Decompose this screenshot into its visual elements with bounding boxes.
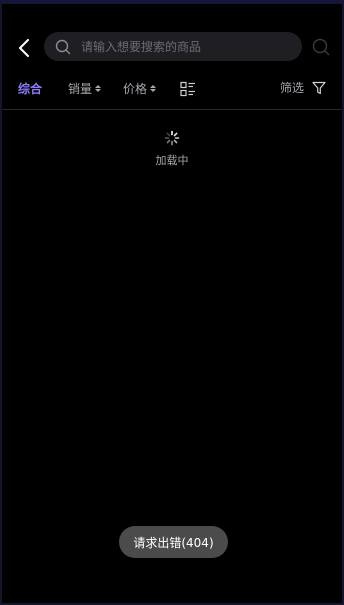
search-input[interactable]: [79, 38, 283, 55]
search-icon: [312, 38, 330, 56]
sort-arrows-icon: [150, 85, 157, 92]
tab-sales[interactable]: 销量: [68, 80, 102, 97]
search-box[interactable]: [44, 32, 302, 61]
tab-sales-label: 销量: [68, 82, 93, 96]
tab-price[interactable]: 价格: [123, 80, 157, 97]
loading-indicator: 加载中: [2, 130, 342, 168]
tab-price-label: 价格: [123, 82, 148, 96]
filter-bar: 综合 销量 价格 筛选: [2, 74, 342, 104]
app-screen: 综合 销量 价格 筛选: [0, 0, 344, 605]
sort-arrows-icon: [95, 85, 102, 92]
spinner-icon: [164, 130, 180, 146]
filter-button[interactable]: 筛选: [280, 79, 326, 96]
loading-text: 加载中: [155, 154, 189, 167]
back-button[interactable]: [14, 36, 34, 60]
toast-message: 请求出错(404): [133, 535, 214, 550]
search-button[interactable]: [312, 38, 330, 56]
list-layout-icon: [180, 81, 195, 97]
search-header: [2, 28, 342, 68]
back-icon: [19, 39, 29, 57]
layout-toggle-button[interactable]: [180, 81, 196, 97]
search-icon: [55, 39, 71, 55]
tab-comprehensive-label: 综合: [18, 82, 43, 96]
funnel-icon: [312, 81, 326, 95]
filter-label: 筛选: [279, 81, 304, 95]
divider: [2, 109, 342, 110]
error-toast: 请求出错(404): [119, 526, 228, 558]
tab-comprehensive[interactable]: 综合: [18, 80, 42, 97]
